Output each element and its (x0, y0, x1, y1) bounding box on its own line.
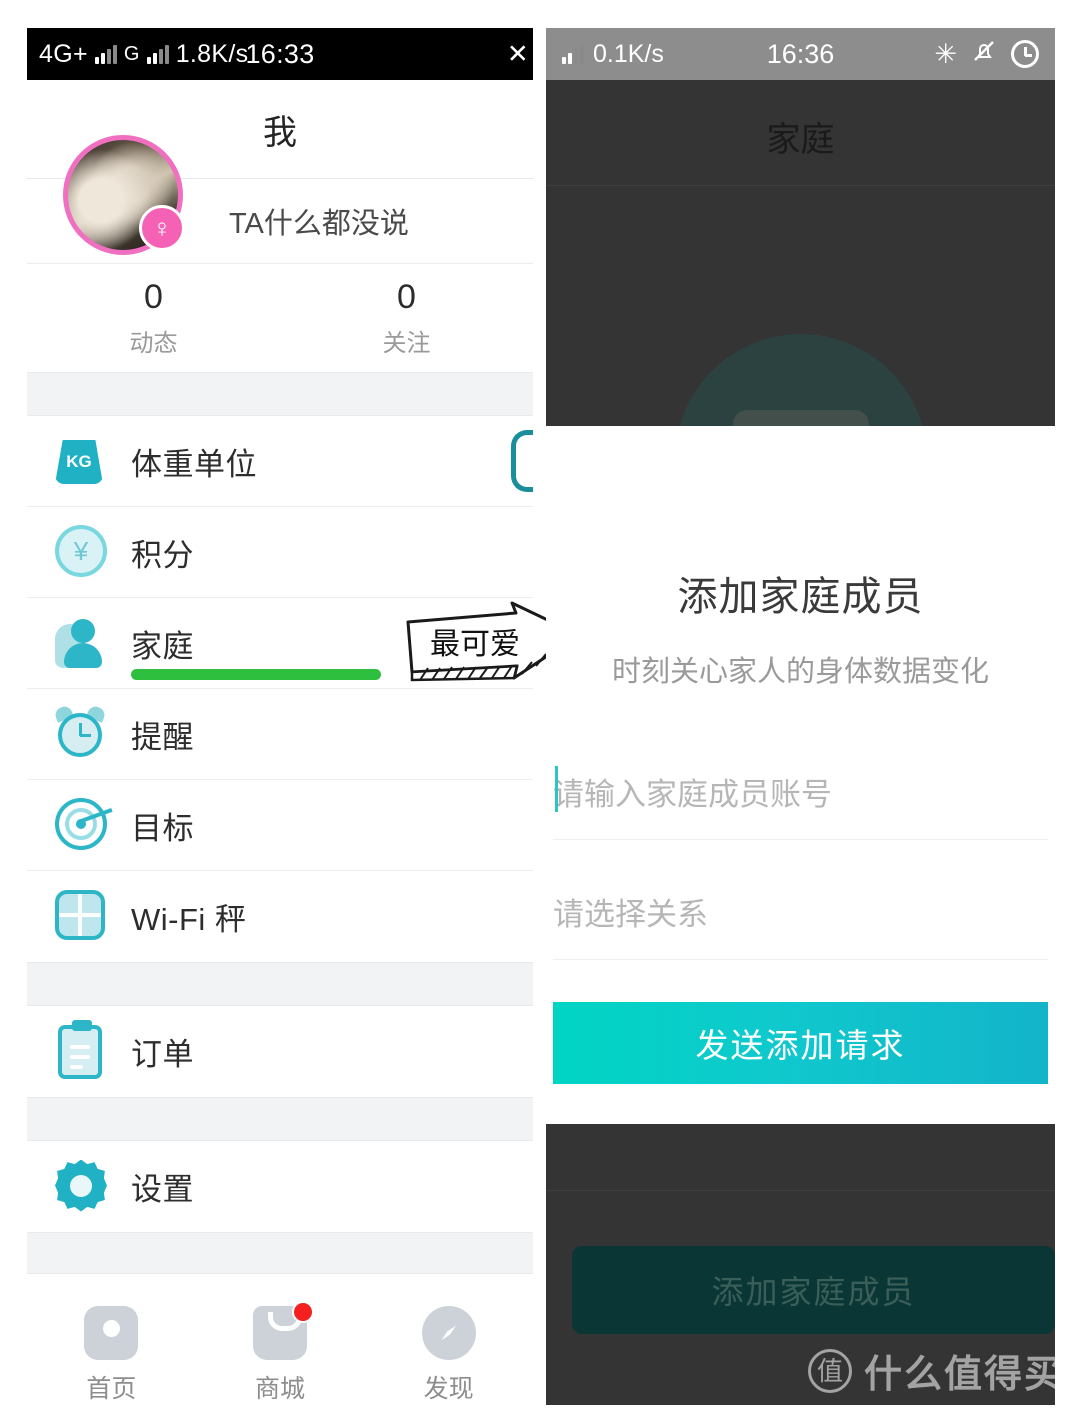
dimmed-divider (546, 185, 1055, 186)
stat-value: 0 (397, 278, 416, 316)
dimmed-overlay-top: 家庭 (546, 80, 1055, 586)
menu-group-3: 设置 (27, 1141, 533, 1232)
relation-select-placeholder: 请选择关系 (553, 897, 708, 932)
gender-badge-female: ♀ (139, 205, 185, 251)
weight-kg-icon-text: KG (55, 440, 103, 484)
form-title: 添加家庭成员 (677, 575, 924, 619)
bluetooth-icon: ✳ (934, 38, 957, 69)
menu-item-goal[interactable]: 目标 (27, 780, 533, 871)
left-status-network: 4G+ G 1.8K/s (39, 40, 248, 69)
close-icon[interactable]: ✕ (507, 39, 529, 70)
discover-compass-icon (421, 1306, 476, 1360)
stat-value: 0 (144, 278, 163, 316)
order-clipboard-icon (55, 1019, 109, 1079)
second-network-label: G (123, 42, 140, 65)
dimmed-page-title: 家庭 (766, 121, 835, 159)
form-subtitle: 时刻关心家人的身体数据变化 (611, 656, 989, 688)
dimmed-divider (546, 1190, 1055, 1191)
right-phone-panel: 0.1K/s 16:36 ✳ 家庭 添加家庭成员 时刻关心家人的身体数据变化 请… (546, 28, 1055, 1405)
menu-item-label: Wi-Fi 秤 (131, 902, 247, 937)
mute-bell-icon (971, 38, 997, 71)
section-divider-band-2 (27, 962, 533, 1006)
tab-label: 商城 (255, 1375, 306, 1403)
tab-home[interactable]: 首页 (27, 1306, 196, 1405)
wifi-scale-icon (55, 889, 109, 944)
alarm-clock-icon (53, 704, 109, 761)
points-coin-icon: ¥ (55, 525, 109, 579)
tab-shop[interactable]: 商城 (196, 1301, 365, 1405)
signal-bars-secondary-icon (146, 44, 169, 64)
profile-row[interactable]: ♀ TA什么都没说 (27, 135, 533, 264)
right-status-icons: ✳ (934, 38, 1039, 71)
add-family-member-form: 添加家庭成员 时刻关心家人的身体数据变化 请输入家庭成员账号 请选择关系 发送添… (546, 426, 1055, 1405)
weight-unit-toggle[interactable] (511, 430, 533, 492)
network-type-label: 4G+ (39, 39, 88, 68)
menu-item-reminder[interactable]: 提醒 (27, 689, 533, 780)
sticker-text: 最可爱 (430, 628, 520, 661)
stat-label: 动态 (129, 330, 178, 357)
page-title: 我 (263, 113, 297, 152)
target-icon (55, 798, 113, 852)
dimmed-overlay-bottom: 添加家庭成员 (546, 1124, 1055, 1405)
left-status-bar: 4G+ G 1.8K/s 16:33 ✕ (27, 28, 533, 80)
stat-label: 关注 (382, 330, 431, 357)
shop-bag-icon (253, 1301, 314, 1360)
alarm-clock-icon (1011, 40, 1039, 68)
tab-label: 发现 (423, 1375, 474, 1403)
menu-group-2: 订单 (27, 1006, 533, 1097)
section-divider-band-1 (27, 372, 533, 416)
menu-item-settings[interactable]: 设置 (27, 1141, 533, 1232)
send-request-button[interactable]: 发送添加请求 (553, 1002, 1048, 1084)
avatar-wrapper[interactable]: ♀ (63, 135, 185, 255)
signal-bars-icon (94, 44, 117, 64)
stat-dongtai[interactable]: 0 动态 (27, 264, 280, 372)
points-coin-icon-text: ¥ (55, 525, 107, 577)
left-phone-panel: 4G+ G 1.8K/s 16:33 ✕ 我 ♀ TA什么都没说 0 动态 0 … (0, 0, 533, 1412)
account-input-placeholder: 请输入家庭成员账号 (553, 777, 832, 812)
profile-stats-row: 0 动态 0 关注 (27, 264, 533, 372)
green-highlight-underline (131, 669, 381, 680)
notification-badge-dot (292, 1301, 314, 1323)
menu-item-orders[interactable]: 订单 (27, 1006, 533, 1097)
menu-item-label: 订单 (131, 1037, 194, 1072)
menu-item-wifi-scale[interactable]: Wi-Fi 秤 (27, 871, 533, 962)
family-person-icon (55, 616, 109, 670)
text-cursor (555, 766, 558, 812)
data-rate-label: 1.8K/s (175, 39, 249, 68)
bottom-tab-bar: 首页 商城 发现 (27, 1292, 533, 1412)
account-input-field[interactable]: 请输入家庭成员账号 (553, 744, 1048, 840)
section-divider-band-4 (27, 1232, 533, 1274)
dimmed-add-member-button: 添加家庭成员 (572, 1246, 1055, 1334)
profile-signature: TA什么都没说 (229, 208, 409, 240)
menu-item-label: 目标 (131, 810, 194, 846)
menu-item-label: 提醒 (131, 719, 194, 755)
menu-item-label: 家庭 (131, 628, 194, 664)
section-divider-band-3 (27, 1097, 533, 1141)
weight-kg-icon: KG (55, 434, 109, 488)
home-icon (84, 1306, 139, 1360)
stat-guanzhu[interactable]: 0 关注 (280, 264, 533, 372)
menu-item-label: 积分 (131, 537, 194, 573)
menu-item-weight-unit[interactable]: KG 体重单位 (27, 416, 533, 507)
screenshot-stage: 4G+ G 1.8K/s 16:33 ✕ 我 ♀ TA什么都没说 0 动态 0 … (0, 0, 1080, 1412)
menu-item-label: 设置 (131, 1172, 194, 1207)
relation-select-field[interactable]: 请选择关系 (553, 864, 1048, 960)
right-status-bar: 0.1K/s 16:36 ✳ (546, 28, 1055, 80)
settings-gear-icon (55, 1159, 109, 1214)
menu-item-label: 体重单位 (131, 446, 257, 482)
tab-discover[interactable]: 发现 (364, 1306, 533, 1405)
menu-item-points[interactable]: ¥ 积分 (27, 507, 533, 598)
tab-label: 首页 (86, 1375, 137, 1403)
